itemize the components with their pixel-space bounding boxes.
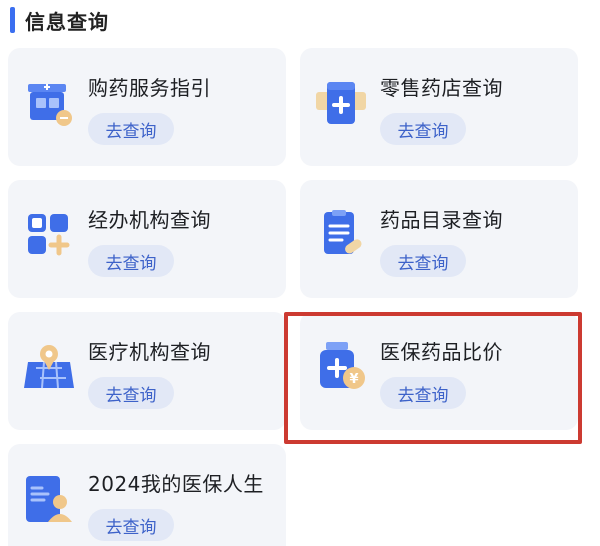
query-button[interactable]: 去查询 — [88, 245, 174, 277]
section-accent-bar — [10, 7, 15, 33]
card-agency[interactable]: 经办机构查询 去查询 — [8, 180, 286, 298]
section-title: 信息查询 — [25, 9, 109, 34]
section-header: 信息查询 — [10, 6, 109, 34]
highlight-frame — [284, 312, 582, 444]
card-title: 购药服务指引 — [88, 76, 211, 100]
card-title: 医疗机构查询 — [88, 340, 211, 364]
drug-catalog-icon — [324, 210, 362, 254]
query-button[interactable]: 去查询 — [88, 509, 174, 541]
card-medical-institution[interactable]: 医疗机构查询 去查询 — [8, 312, 286, 430]
query-button[interactable]: 去查询 — [380, 113, 466, 145]
card-title: 2024我的医保人生 — [88, 472, 264, 496]
card-pharmacy-guide[interactable]: 购药服务指引 去查询 — [8, 48, 286, 166]
grid-plus-icon — [28, 214, 70, 256]
profile-card-icon — [26, 476, 72, 522]
card-retail-pharmacy[interactable]: 零售药店查询 去查询 — [300, 48, 578, 166]
pharmacy-store-icon — [28, 84, 72, 126]
query-button[interactable]: 去查询 — [380, 245, 466, 277]
location-map-icon — [24, 345, 74, 389]
query-button[interactable]: 去查询 — [88, 113, 174, 145]
card-drug-catalog[interactable]: 药品目录查询 去查询 — [300, 180, 578, 298]
card-medical-life[interactable]: 2024我的医保人生 去查询 — [8, 444, 286, 546]
card-title: 经办机构查询 — [88, 208, 211, 232]
medical-kit-icon — [316, 82, 366, 124]
card-title: 药品目录查询 — [380, 208, 503, 232]
card-title: 零售药店查询 — [380, 76, 503, 100]
query-button[interactable]: 去查询 — [88, 377, 174, 409]
